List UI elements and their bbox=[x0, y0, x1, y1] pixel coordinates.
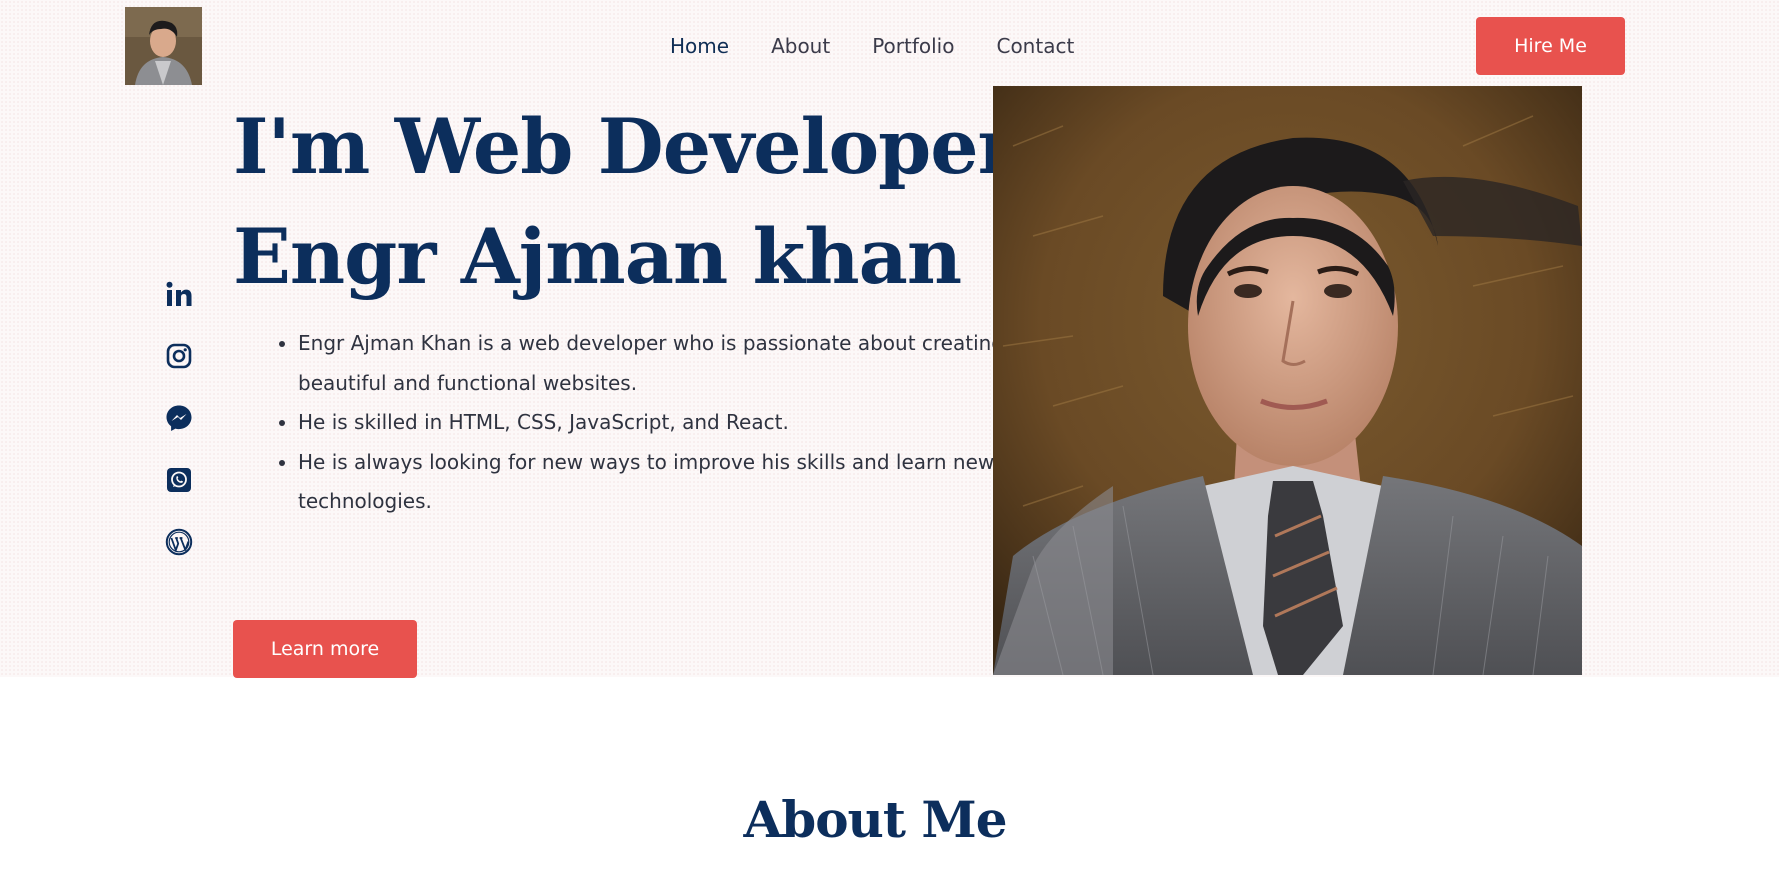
hero-bullets: Engr Ajman Khan is a web developer who i… bbox=[258, 324, 1038, 522]
headline-line-1: I'm Web Developer bbox=[233, 102, 1018, 191]
nav-portfolio[interactable]: Portfolio bbox=[872, 28, 954, 64]
whatsapp-icon[interactable] bbox=[163, 466, 195, 494]
social-links bbox=[163, 280, 195, 556]
nav-contact[interactable]: Contact bbox=[996, 28, 1074, 64]
linkedin-icon[interactable] bbox=[163, 280, 195, 308]
hero-headline: I'm Web Developer Engr Ajman khan bbox=[233, 92, 1018, 312]
nav-home[interactable]: Home bbox=[670, 28, 729, 64]
wordpress-icon[interactable] bbox=[163, 528, 195, 556]
nav-about[interactable]: About bbox=[771, 28, 830, 64]
main-nav: Home About Portfolio Contact bbox=[670, 28, 1074, 64]
about-title: About Me bbox=[743, 790, 1007, 849]
instagram-icon[interactable] bbox=[163, 342, 195, 370]
list-item: He is always looking for new ways to imp… bbox=[298, 443, 1038, 522]
learn-more-button[interactable]: Learn more bbox=[233, 620, 417, 678]
hero-portrait bbox=[993, 86, 1582, 675]
list-item: He is skilled in HTML, CSS, JavaScript, … bbox=[298, 403, 1038, 443]
hire-me-button[interactable]: Hire Me bbox=[1476, 17, 1625, 75]
list-item: Engr Ajman Khan is a web developer who i… bbox=[298, 324, 1038, 403]
page: Home About Portfolio Contact Hire Me I'm… bbox=[0, 0, 1779, 874]
logo-avatar[interactable] bbox=[125, 7, 202, 85]
messenger-icon[interactable] bbox=[163, 404, 195, 432]
headline-line-2: Engr Ajman khan bbox=[233, 212, 962, 301]
